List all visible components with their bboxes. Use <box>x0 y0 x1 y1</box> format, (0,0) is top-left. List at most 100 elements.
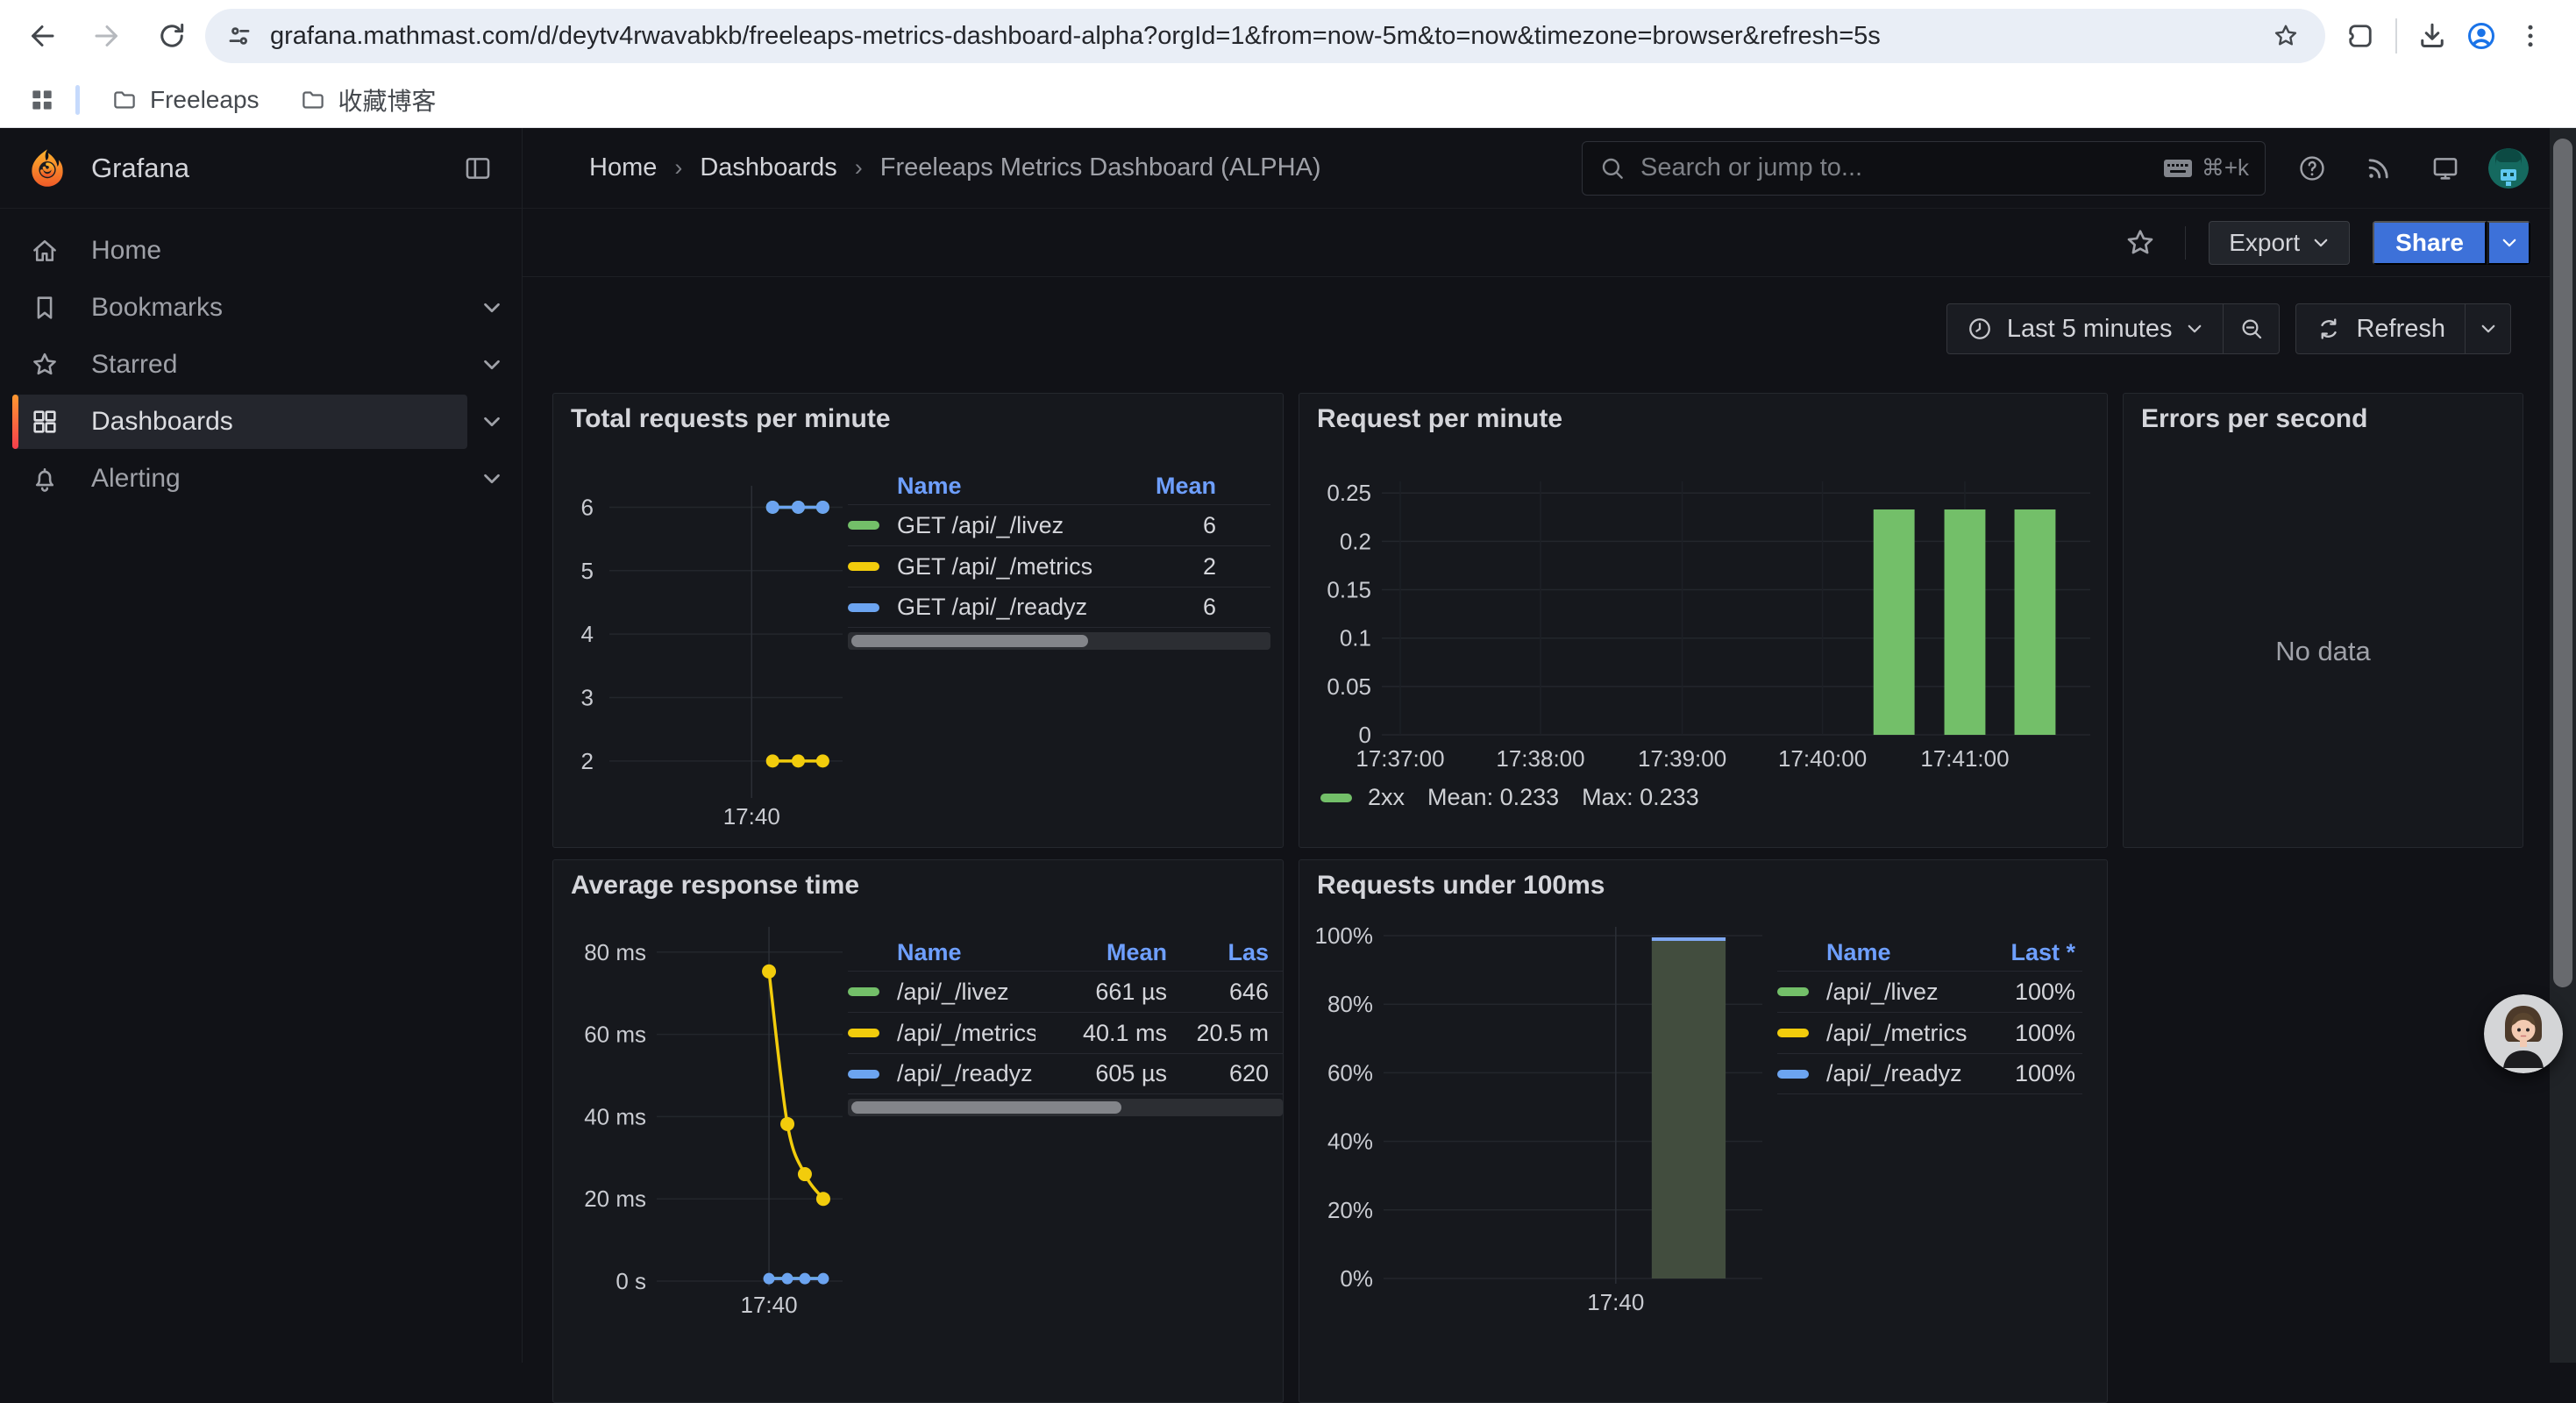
bookmark-folder[interactable]: Freeleaps <box>97 79 274 121</box>
series-color-pill <box>848 1070 879 1079</box>
legend-h-scrollbar[interactable] <box>848 632 1270 650</box>
legend-row[interactable]: /api/_/metrics40.1 ms20.5 m <box>848 1012 1283 1053</box>
panel-title[interactable]: Requests under 100ms <box>1317 871 1605 901</box>
news-rss-icon[interactable] <box>2355 145 2402 192</box>
svg-text:17:41:00: 17:41:00 <box>1920 745 2009 772</box>
legend-h-scrollbar[interactable] <box>848 1099 1283 1116</box>
bell-icon <box>30 464 60 494</box>
extensions-icon[interactable] <box>2336 11 2385 61</box>
sidebar-link-bookmarks[interactable]: Bookmarks <box>12 281 467 335</box>
legend-row[interactable]: GET /api/_/readyz6 <box>848 587 1270 628</box>
forward-icon[interactable] <box>82 11 132 61</box>
sidebar-link-starred[interactable]: Starred <box>12 338 467 392</box>
legend-row[interactable]: GET /api/_/metrics 2 <box>848 545 1270 587</box>
browser-menu-icon[interactable] <box>2506 11 2555 61</box>
svg-text:20 ms: 20 ms <box>584 1186 646 1212</box>
series-name: /api/_/metrics <box>897 1020 1035 1047</box>
top-nav: Home›Dashboards›Freeleaps Metrics Dashbo… <box>523 128 2550 209</box>
bookmark-icon <box>30 293 60 323</box>
export-button[interactable]: Export <box>2209 221 2350 265</box>
breadcrumb: Home›Dashboards›Freeleaps Metrics Dashbo… <box>589 153 1559 182</box>
floating-assistant-avatar[interactable] <box>2484 994 2563 1073</box>
section-chevron-icon[interactable] <box>467 468 516 489</box>
panel-title[interactable]: Total requests per minute <box>571 404 891 434</box>
site-settings-icon[interactable] <box>217 14 261 58</box>
section-chevron-icon[interactable] <box>467 411 516 432</box>
svg-text:0 s: 0 s <box>616 1268 646 1294</box>
svg-text:20%: 20% <box>1327 1197 1373 1223</box>
legend-row[interactable]: /api/_/readyz100% <box>1777 1053 2082 1094</box>
svg-text:0.1: 0.1 <box>1340 625 1371 652</box>
panel-title[interactable]: Errors per second <box>2141 404 2367 434</box>
refresh-button[interactable]: Refresh <box>2296 304 2465 353</box>
panel-title[interactable]: Average response time <box>571 871 859 901</box>
legend-header-stat[interactable]: Mean <box>1035 939 1167 966</box>
legend-item-2xx[interactable]: 2xx <box>1320 784 1405 811</box>
legend-header-name[interactable]: Name <box>848 939 1035 966</box>
legend-header-name[interactable]: Name <box>848 473 1132 500</box>
help-icon[interactable] <box>2288 145 2336 192</box>
sidebar-link-home[interactable]: Home <box>12 224 467 278</box>
sidebar-link-alerting[interactable]: Alerting <box>12 452 467 506</box>
svg-text:80 ms: 80 ms <box>584 939 646 965</box>
legend-row[interactable]: /api/_/readyz605 µs620 <box>848 1053 1283 1094</box>
time-range-picker[interactable]: Last 5 minutes <box>1947 304 2224 353</box>
url-bar[interactable]: grafana.mathmast.com/d/deytv4rwavabkb/fr… <box>205 9 2325 63</box>
sidebar-nav: Home Bookmarks StarredDashboards Alerting <box>0 209 522 506</box>
user-avatar[interactable] <box>2488 148 2529 189</box>
legend-header-stat[interactable]: Las <box>1167 939 1269 966</box>
refresh-group: Refresh <box>2295 303 2511 354</box>
refresh-interval-chevron[interactable] <box>2465 304 2510 353</box>
scrollbar-thumb[interactable] <box>2553 139 2572 987</box>
profile-icon[interactable] <box>2457 11 2506 61</box>
sidebar-item-label: Alerting <box>91 464 181 494</box>
series-color-pill <box>1777 1070 1809 1079</box>
search-icon <box>1598 154 1626 182</box>
legend-header-stat[interactable]: Mean <box>1132 473 1216 500</box>
sidebar-link-dashboards[interactable]: Dashboards <box>12 395 467 449</box>
search-input[interactable]: Search or jump to... ⌘+k <box>1582 141 2266 196</box>
bookmark-folder[interactable]: 收藏博客 <box>286 75 451 125</box>
grafana-logo-icon[interactable] <box>26 147 68 189</box>
section-chevron-icon[interactable] <box>467 354 516 375</box>
svg-text:0%: 0% <box>1340 1265 1373 1292</box>
sidebar-item-bookmarks: Bookmarks <box>0 281 522 335</box>
series-stat-value: 2 <box>1132 553 1216 580</box>
toolbar-divider <box>2395 18 2397 53</box>
timeseries-chart: 6543217:40 <box>553 446 851 832</box>
zoom-out-button[interactable] <box>2223 304 2279 353</box>
monitor-kiosk-icon[interactable] <box>2422 145 2469 192</box>
downloads-icon[interactable] <box>2408 11 2457 61</box>
apps-grid-icon[interactable] <box>23 81 61 119</box>
series-stat-value: 100% <box>1977 1020 2075 1047</box>
share-button[interactable]: Share <box>2373 221 2487 265</box>
reload-icon[interactable] <box>147 11 196 61</box>
breadcrumb-item[interactable]: Dashboards <box>700 153 836 182</box>
series-name: GET /api/_/livez <box>897 512 1064 539</box>
legend-scroll-thumb[interactable] <box>851 635 1088 647</box>
favorite-star-icon[interactable] <box>2118 221 2162 265</box>
legend-row[interactable]: /api/_/metrics100% <box>1777 1012 2082 1053</box>
sidebar-item-starred: Starred <box>0 338 522 392</box>
back-icon[interactable] <box>18 11 67 61</box>
series-name: GET /api/_/metrics <box>897 553 1092 580</box>
share-menu-chevron[interactable] <box>2487 221 2530 265</box>
legend-inline: 2xx Mean: 0.233 Max: 0.233 <box>1320 784 1699 811</box>
breadcrumb-item[interactable]: Home <box>589 153 657 182</box>
legend-max-stat: Max: 0.233 <box>1582 784 1699 811</box>
legend-header-name[interactable]: Name <box>1777 939 1977 966</box>
sidebar-item-label: Bookmarks <box>91 293 223 323</box>
legend-scroll-thumb[interactable] <box>851 1101 1121 1114</box>
legend-table: NameMeanGET /api/_/livez6GET /api/_/metr… <box>848 467 1270 650</box>
bookmark-star-icon[interactable] <box>2264 14 2308 58</box>
legend-row[interactable]: /api/_/livez100% <box>1777 971 2082 1012</box>
legend-row[interactable]: /api/_/livez661 µs646 <box>848 971 1283 1012</box>
panel-title[interactable]: Request per minute <box>1317 404 1562 434</box>
legend-header-stat[interactable]: Last * <box>1977 939 2075 966</box>
legend-row[interactable]: GET /api/_/livez6 <box>848 504 1270 545</box>
dock-sidebar-icon[interactable] <box>453 144 502 193</box>
svg-text:17:39:00: 17:39:00 <box>1638 745 1726 772</box>
section-chevron-icon[interactable] <box>467 297 516 318</box>
series-stat-value: 646 <box>1167 979 1269 1006</box>
page-scrollbar[interactable] <box>2550 128 2576 1363</box>
